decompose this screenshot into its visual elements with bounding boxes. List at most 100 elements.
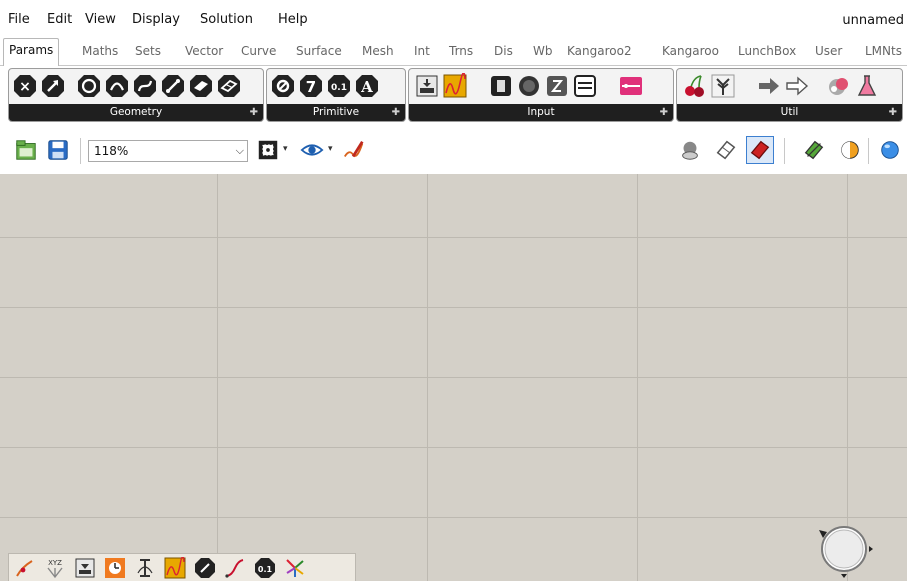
quick-access-toolbar: XYZ 0.1 [8,553,356,581]
line-param-icon[interactable] [159,71,187,101]
tree-icon[interactable] [709,71,737,101]
chevron-down-icon: ⌵ [235,144,244,157]
curve-param-icon[interactable] [131,71,159,101]
chevron-down-icon[interactable]: ▾ [328,144,333,154]
tab-params[interactable]: Params [3,38,60,67]
tab-wb[interactable]: Wb [533,44,552,58]
star-icon[interactable] [281,555,309,581]
sketch-pen-icon[interactable] [340,136,368,164]
zoom-extents-icon[interactable] [254,136,282,164]
grid-line [0,447,907,448]
vector-param-icon[interactable] [39,71,67,101]
tab-curve[interactable]: Curve [241,44,276,58]
flask-icon[interactable] [853,71,881,101]
curve-icon[interactable] [131,555,159,581]
cluster-icon[interactable] [825,71,853,101]
panel-primitive-label: Primitive ✚ [267,104,405,121]
tab-dis[interactable]: Dis [494,44,513,58]
xyz-vector-icon[interactable]: XYZ [41,555,69,581]
relay-arrow-icon[interactable] [755,71,783,101]
data-input-icon[interactable] [413,71,441,101]
menu-display[interactable]: Display [132,12,180,27]
menu-file[interactable]: File [8,12,30,27]
tab-kangaroo[interactable]: Kangaroo [662,44,719,58]
tab-int[interactable]: Int [414,44,430,58]
curve-param-icon[interactable] [221,555,249,581]
panel-util-label: Util ✚ [677,104,902,121]
data-input-icon[interactable] [71,555,99,581]
svg-text:×: × [19,79,31,95]
number-param-icon[interactable]: 0.1 [325,71,353,101]
tab-lunchbox[interactable]: LunchBox [738,44,796,58]
component-ribbon: × Geometry ✚ 7 0.1 A Primitive ✚ Input ✚… [0,66,907,124]
pin-icon[interactable]: ✚ [889,104,897,121]
circle-param-icon[interactable] [75,71,103,101]
svg-text:XYZ: XYZ [48,559,62,567]
pin-icon[interactable]: ✚ [250,104,258,121]
pin-icon[interactable]: ✚ [660,104,668,121]
svg-text:A: A [360,78,373,96]
sphere-icon[interactable] [876,136,904,164]
menu-bar: File Edit View Display Solution Help unn… [0,0,907,38]
menu-help[interactable]: Help [278,12,308,27]
menu-solution[interactable]: Solution [200,12,253,27]
svg-text:0.1: 0.1 [258,565,273,574]
canvas-toolbar: 118% ⌵ ▾ ▾ [0,126,907,174]
timer-icon[interactable] [101,555,129,581]
integer-param-icon[interactable]: 7 [297,71,325,101]
menu-edit[interactable]: Edit [47,12,72,27]
tab-lmnts[interactable]: LMNts [865,44,902,58]
grid-line [0,307,907,308]
preview-off-icon[interactable] [676,136,704,164]
preview-eye-icon[interactable] [298,136,326,164]
chevron-down-icon[interactable]: ▾ [283,144,288,154]
number-slider-icon[interactable] [543,71,571,101]
arc-param-icon[interactable] [103,71,131,101]
canvas[interactable] [0,174,907,581]
graph-mapper-icon[interactable] [161,555,189,581]
tab-trns[interactable]: Trns [449,44,473,58]
grid-line [0,377,907,378]
wireframe-preview-icon[interactable] [712,136,740,164]
tab-maths[interactable]: Maths [82,44,118,58]
text-param-icon[interactable]: A [353,71,381,101]
panel-primitive: 7 0.1 A Primitive ✚ [266,68,406,122]
pin-icon[interactable]: ✚ [392,104,400,121]
button-icon[interactable] [487,71,515,101]
grid-line [0,237,907,238]
selected-preview-icon[interactable] [800,136,828,164]
point-param-icon[interactable]: × [11,71,39,101]
boolean-toggle-icon[interactable] [515,71,543,101]
tab-kangaroo2[interactable]: Kangaroo2 [567,44,632,58]
outline-arrow-icon[interactable] [783,71,811,101]
tab-mesh[interactable]: Mesh [362,44,394,58]
grid-line [0,517,907,518]
svg-text:7: 7 [306,78,316,96]
navigation-compass-widget[interactable] [815,520,873,578]
graph-mapper-icon[interactable] [441,71,469,101]
boolean-param-icon[interactable] [269,71,297,101]
menu-view[interactable]: View [85,12,116,27]
tab-vector[interactable]: Vector [185,44,223,58]
save-file-icon[interactable] [44,136,72,164]
panel-util: Util ✚ [676,68,903,122]
point-on-curve-icon[interactable] [11,555,39,581]
tab-user[interactable]: User [815,44,842,58]
panel-input: Input ✚ [408,68,674,122]
plane-param-icon[interactable] [187,71,215,101]
line-param-icon[interactable] [191,555,219,581]
shaded-preview-icon[interactable] [746,136,774,164]
open-file-icon[interactable] [12,136,40,164]
mesh-settings-icon[interactable] [836,136,864,164]
panel-geometry-label: Geometry ✚ [9,104,263,121]
number-param-icon[interactable]: 0.1 [251,555,279,581]
cherry-icon[interactable] [681,71,709,101]
tab-sets[interactable]: Sets [135,44,161,58]
tab-surface[interactable]: Surface [296,44,342,58]
mesh-param-icon[interactable] [215,71,243,101]
svg-text:0.1: 0.1 [331,83,347,93]
toolbar-separator [80,138,81,164]
control-knob-icon[interactable] [617,71,645,101]
value-list-icon[interactable] [571,71,599,101]
zoom-level-select[interactable]: 118% ⌵ [88,140,248,162]
